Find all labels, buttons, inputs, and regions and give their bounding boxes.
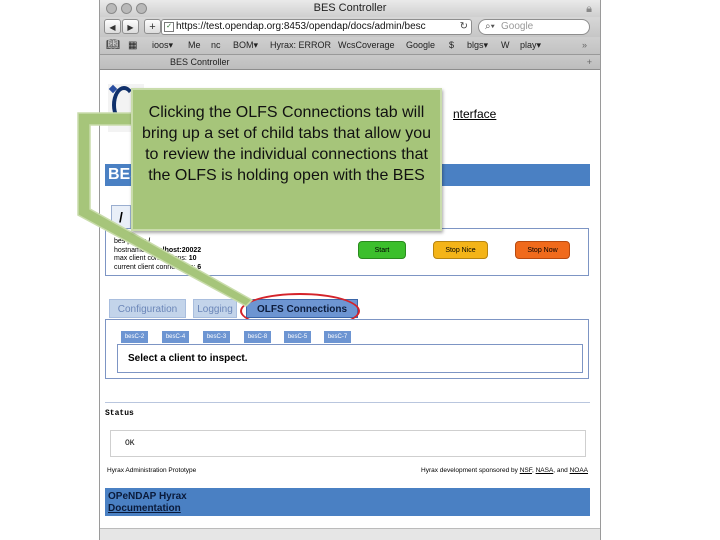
- child-tab-besc-8[interactable]: besC-8: [244, 331, 271, 343]
- bookmark-w[interactable]: W: [501, 37, 510, 54]
- tab-logging[interactable]: Logging: [193, 299, 237, 318]
- window-title: BES Controller: [313, 2, 387, 14]
- max-connections-value: 10: [188, 255, 197, 263]
- callout-box: Clicking the OLFS Connections tab will b…: [131, 88, 442, 231]
- child-tab-besc-7[interactable]: besC-7: [324, 331, 351, 343]
- bookmark-wcscoverage[interactable]: WcsCoverage: [338, 37, 395, 54]
- nsf-link[interactable]: NSF: [520, 467, 532, 474]
- bookmark-play[interactable]: play▾: [520, 37, 541, 54]
- client-inspect-box: Select a client to inspect.: [117, 344, 583, 373]
- child-tab-besc-5[interactable]: besC-5: [284, 331, 311, 343]
- bes-info-text: bes prefix: / hostname: localhost:20022 …: [114, 238, 201, 272]
- status-box: OK: [110, 430, 586, 457]
- title-bar: BES Controller 🔒︎: [100, 0, 600, 17]
- bookmark-nc[interactable]: nc: [211, 37, 221, 54]
- bes-prefix-tab[interactable]: /: [111, 205, 131, 229]
- max-connections-label: max client connections:: [114, 255, 187, 263]
- sponsors-prefix: Hyrax development sponsored by: [421, 467, 518, 474]
- new-tab-icon[interactable]: +: [587, 55, 592, 69]
- documentation-link[interactable]: Documentation: [108, 503, 181, 514]
- hostname-label: hostname:: [114, 246, 147, 254]
- book-icon[interactable]: 📖︎: [106, 37, 120, 54]
- tab-configuration[interactable]: Configuration: [109, 299, 186, 318]
- current-connections-value: 6: [197, 263, 202, 271]
- bookmark-google[interactable]: Google: [406, 37, 435, 54]
- stop-now-button[interactable]: Stop Now: [515, 241, 570, 259]
- child-tab-besc-2[interactable]: besC-2: [121, 331, 148, 343]
- footer-left-text: Hyrax Administration Prototype: [107, 467, 197, 474]
- minimize-window-button[interactable]: [121, 3, 132, 14]
- browser-window: BES Controller 🔒︎ ◀ ▶ + ✓ https://test.o…: [99, 0, 601, 540]
- nasa-link[interactable]: NASA: [536, 467, 554, 474]
- sponsors-sep1: ,: [531, 467, 534, 474]
- bookmark-ioos[interactable]: ioos▾: [152, 37, 173, 54]
- hyrax-heading: OPeNDAP Hyrax: [108, 491, 187, 502]
- bookmark-blgs[interactable]: blgs▾: [467, 37, 488, 54]
- zoom-window-button[interactable]: [136, 3, 147, 14]
- child-tab-besc-4[interactable]: besC-4: [162, 331, 189, 343]
- prefix-value: /: [148, 238, 151, 245]
- stop-nice-button[interactable]: Stop Nice: [433, 241, 488, 259]
- bookmark-bom[interactable]: BOM▾: [233, 37, 258, 54]
- olfs-connections-panel: besC-2 besC-4 besC-3 besC-8 besC-5 besC-…: [105, 319, 589, 379]
- footer-sponsors: Hyrax development sponsored by NSF, NASA…: [421, 467, 588, 474]
- url-text: https://test.opendap.org:8453/opendap/do…: [176, 21, 426, 32]
- lock-icon: 🔒︎: [586, 3, 592, 15]
- child-tab-besc-3[interactable]: besC-3: [203, 331, 230, 343]
- hostname-value: localhost:20022: [148, 246, 202, 254]
- browser-tab[interactable]: BES Controller: [170, 55, 230, 69]
- bookmark-me[interactable]: Me: [188, 37, 201, 54]
- favicon-icon: ✓: [164, 22, 174, 32]
- tab-bar: BES Controller +: [100, 55, 600, 70]
- horizontal-scrollbar[interactable]: [100, 528, 600, 540]
- add-bookmark-button[interactable]: +: [144, 19, 161, 34]
- back-button[interactable]: ◀: [104, 19, 121, 34]
- overflow-chevron-icon[interactable]: »: [582, 37, 587, 54]
- start-button[interactable]: Start: [358, 241, 406, 259]
- bookmark-hyrax-error[interactable]: Hyrax: ERROR: [270, 37, 331, 54]
- grid-icon[interactable]: ▦: [128, 37, 137, 54]
- bottom-nav-bar: OPeNDAP Hyrax Documentation: [105, 488, 590, 516]
- bookmark-dollar[interactable]: $: [449, 37, 454, 54]
- address-bar[interactable]: ✓ https://test.opendap.org:8453/opendap/…: [161, 19, 472, 35]
- prefix-label: bes prefix:: [114, 238, 147, 245]
- browser-toolbar: ◀ ▶ + ✓ https://test.opendap.org:8453/op…: [100, 17, 600, 37]
- section-divider: [105, 402, 590, 403]
- status-heading: Status: [105, 409, 134, 418]
- sponsors-sep2: , and: [553, 467, 568, 474]
- search-icon: ⌕▾: [485, 21, 495, 32]
- current-connections-label: current client connections:: [114, 263, 196, 271]
- reload-icon[interactable]: ↻: [460, 20, 468, 34]
- close-window-button[interactable]: [106, 3, 117, 14]
- search-field[interactable]: ⌕▾ Google: [478, 19, 590, 35]
- search-placeholder: Google: [501, 21, 534, 32]
- bookmarks-bar: 📖︎ ▦ ioos▾ Me nc BOM▾ Hyrax: ERROR WcsCo…: [100, 37, 600, 55]
- bes-info-panel: bes prefix: / hostname: localhost:20022 …: [105, 228, 589, 276]
- header-interface-link[interactable]: nterface: [453, 107, 496, 121]
- forward-button[interactable]: ▶: [122, 19, 139, 34]
- noaa-link[interactable]: NOAA: [570, 467, 588, 474]
